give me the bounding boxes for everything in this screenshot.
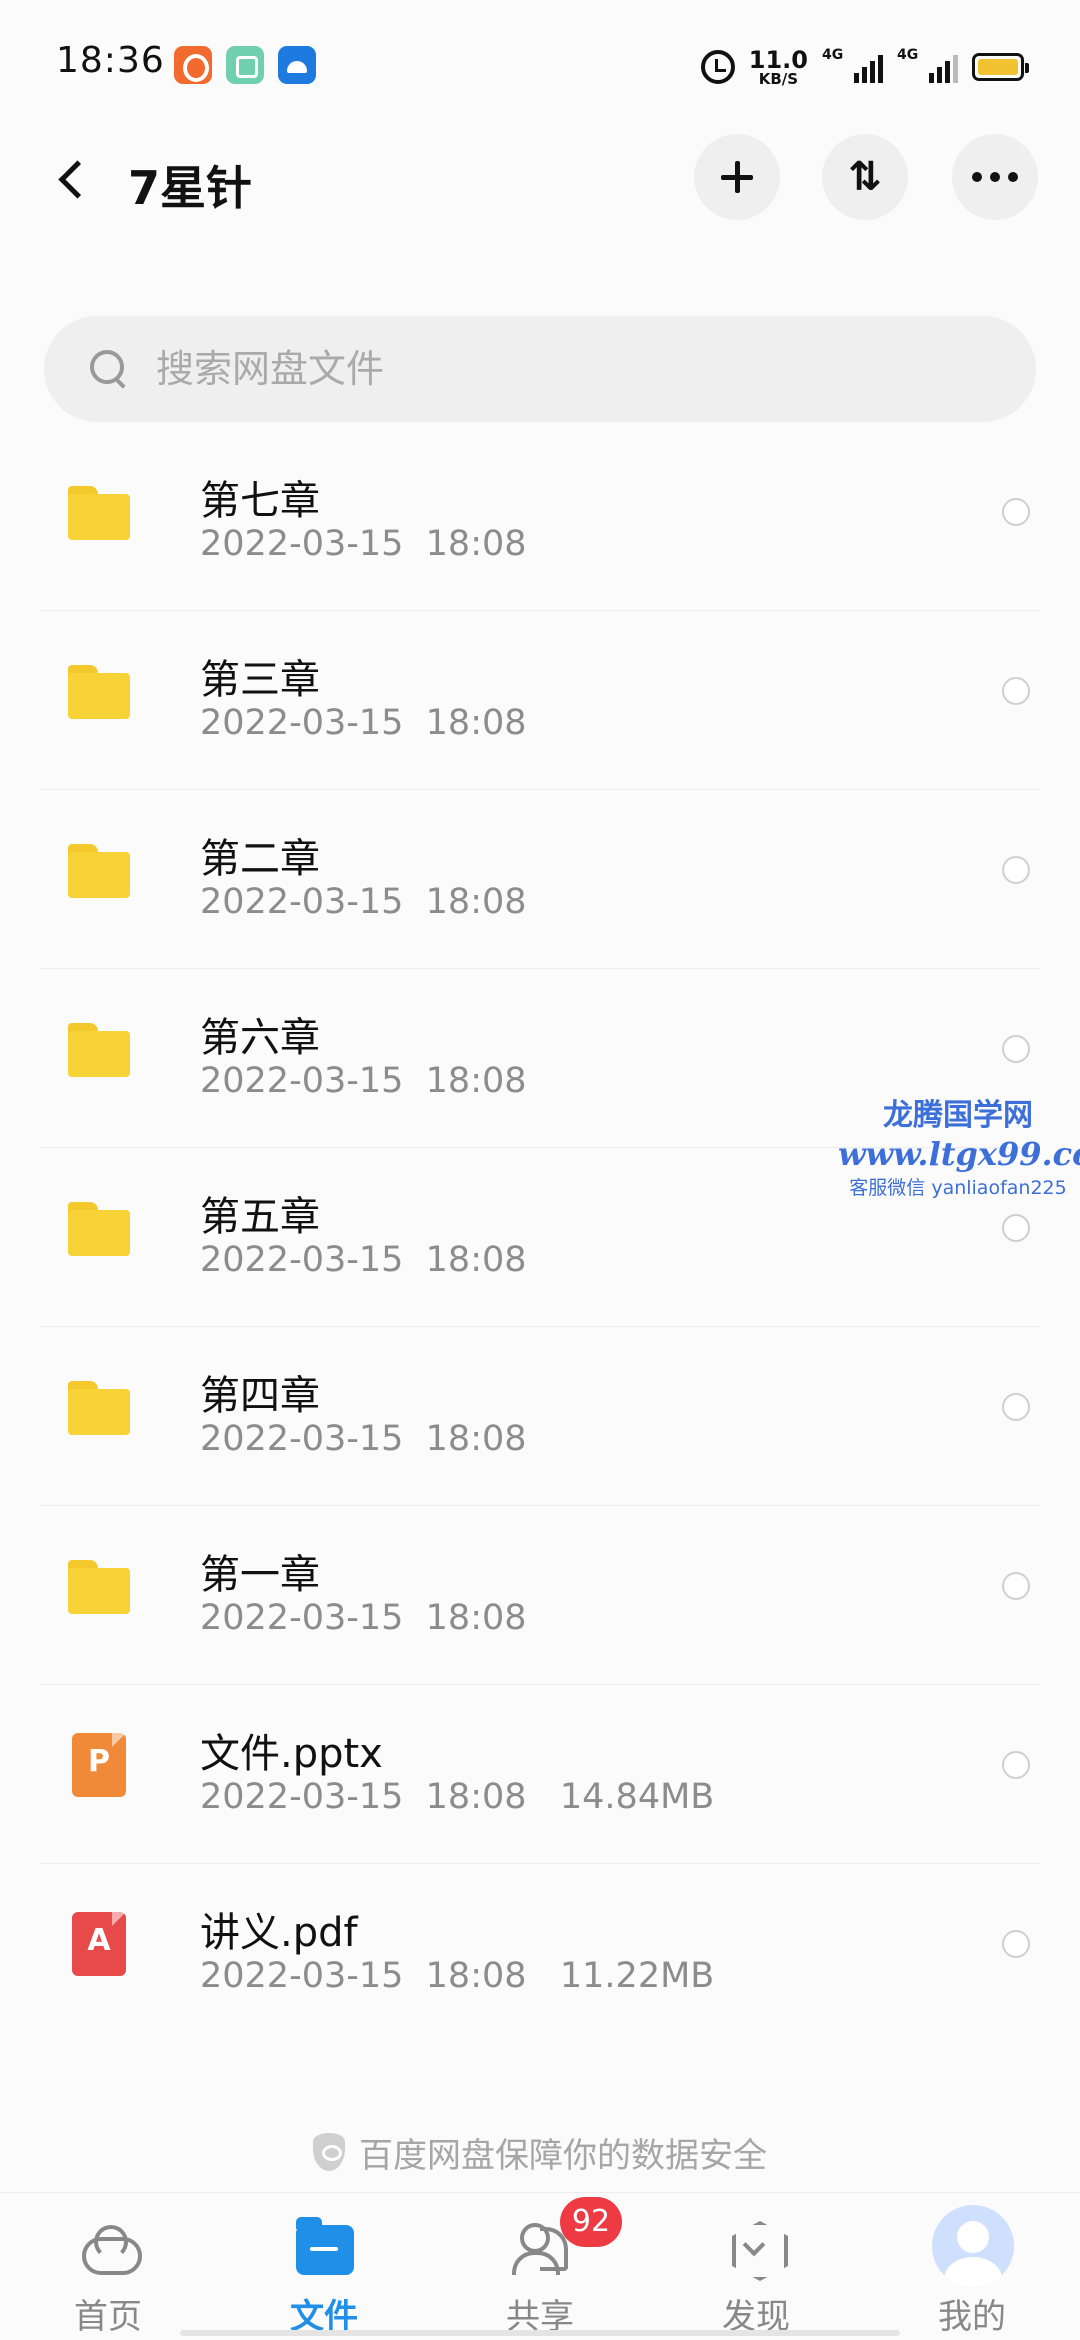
folder-icon (296, 2217, 354, 2275)
file-list: 第七章 2022-03-15 18:08 第三章 2022-03-15 18:0… (0, 432, 1080, 2043)
bottom-tab-bar: 首页 文件 92 共享 发现 我的 (0, 2192, 1080, 2340)
watermark-title: 龙腾国学网 (883, 1098, 1033, 1133)
folder-icon (68, 486, 130, 540)
select-radio[interactable] (1002, 1035, 1030, 1063)
security-text: 百度网盘保障你的数据安全 (359, 2135, 767, 2176)
file-name: 第一章 (200, 1552, 320, 1598)
select-radio[interactable] (1002, 1572, 1030, 1600)
net-speed-value: 11.0 (748, 45, 808, 74)
file-meta: 2022-03-15 18:08 (200, 1240, 527, 1280)
sort-icon: ⇅ (848, 154, 882, 200)
select-radio[interactable] (1002, 1751, 1030, 1779)
screen: 18:36 11.0 KB/S 4G 4G 7星针 ⇅ 搜索网盘文件 第七章 2… (0, 0, 1080, 2340)
status-icons: 11.0 KB/S 4G 4G (700, 42, 1029, 92)
file-name: 文件.pptx (200, 1731, 383, 1777)
avatar (932, 2205, 1014, 2287)
pdf-file-icon: A (72, 1912, 126, 1976)
select-radio[interactable] (1002, 677, 1030, 705)
folder-icon (68, 1202, 130, 1256)
file-row[interactable]: 第一章 2022-03-15 18:08 (40, 1506, 1040, 1685)
select-radio[interactable] (1002, 1930, 1030, 1958)
file-name: 第二章 (200, 836, 320, 882)
add-button[interactable] (694, 134, 780, 220)
tab-share[interactable]: 92 共享 (432, 2193, 648, 2340)
watermark: 龙腾国学网 www.ltgx99.com 客服微信 yanliaofan225 (838, 1096, 1080, 1204)
search-bar[interactable] (44, 316, 1036, 422)
more-button[interactable] (952, 134, 1038, 220)
file-row[interactable]: 第四章 2022-03-15 18:08 (40, 1327, 1040, 1506)
folder-icon (68, 844, 130, 898)
android-notification-icon (278, 46, 316, 84)
signal-label: 4G (822, 47, 844, 63)
file-meta: 2022-03-15 18:08 (200, 1598, 527, 1638)
file-name: 第三章 (200, 657, 320, 703)
file-row[interactable]: A 讲义.pdf 2022-03-15 18:08 11.22MB (40, 1864, 1040, 2043)
back-button[interactable] (44, 150, 104, 210)
select-radio[interactable] (1002, 1393, 1030, 1421)
discover-icon (728, 2219, 786, 2277)
file-row[interactable]: 第七章 2022-03-15 18:08 (40, 432, 1040, 611)
notification-badge: 92 (560, 2197, 622, 2247)
shield-icon (313, 2133, 345, 2171)
file-meta: 2022-03-15 18:08 14.84MB (200, 1777, 715, 1817)
file-meta: 2022-03-15 18:08 (200, 882, 527, 922)
cloud-icon (80, 2219, 142, 2277)
file-name: 讲义.pdf (200, 1910, 358, 1956)
file-row[interactable]: 第二章 2022-03-15 18:08 (40, 790, 1040, 969)
folder-icon (68, 1023, 130, 1077)
folder-icon (68, 1560, 130, 1614)
folder-icon (68, 665, 130, 719)
file-name: 第七章 (200, 478, 320, 524)
file-name: 第五章 (200, 1194, 320, 1240)
signal-icon: 4G (822, 47, 883, 83)
watermark-contact: 客服微信 yanliaofan225 (849, 1177, 1067, 1200)
select-radio[interactable] (1002, 1214, 1030, 1242)
file-meta: 2022-03-15 18:08 (200, 703, 527, 743)
file-meta: 2022-03-15 18:08 (200, 524, 527, 564)
plus-icon (721, 161, 753, 193)
search-icon (90, 350, 126, 386)
signal-icon: 4G (897, 47, 958, 83)
header: 7星针 ⇅ (0, 130, 1080, 250)
select-radio[interactable] (1002, 856, 1030, 884)
tab-me[interactable]: 我的 (864, 2193, 1080, 2340)
alarm-icon (700, 50, 735, 84)
net-speed-unit: KB/S (758, 69, 799, 88)
status-time: 18:36 (56, 40, 165, 81)
tab-discover[interactable]: 发现 (648, 2193, 864, 2340)
more-icon (972, 172, 1018, 182)
watermark-url: www.ltgx99.com (838, 1135, 1080, 1173)
app-notification-icon (226, 46, 264, 84)
page-title: 7星针 (128, 161, 253, 215)
file-row[interactable]: 第三章 2022-03-15 18:08 (40, 611, 1040, 790)
file-row[interactable]: P 文件.pptx 2022-03-15 18:08 14.84MB (40, 1685, 1040, 1864)
file-name: 第四章 (200, 1373, 320, 1419)
file-meta: 2022-03-15 18:08 11.22MB (200, 1956, 715, 1996)
file-meta: 2022-03-15 18:08 (200, 1419, 527, 1459)
select-radio[interactable] (1002, 498, 1030, 526)
search-input[interactable] (156, 316, 996, 422)
folder-icon (68, 1381, 130, 1435)
file-name: 第六章 (200, 1015, 320, 1061)
home-indicator (180, 2330, 900, 2336)
app-notification-icon (174, 46, 212, 84)
status-bar: 18:36 11.0 KB/S 4G 4G (0, 0, 1080, 130)
sort-button[interactable]: ⇅ (822, 134, 908, 220)
net-speed: 11.0 KB/S (749, 48, 808, 87)
tab-files[interactable]: 文件 (216, 2193, 432, 2340)
security-note: 百度网盘保障你的数据安全 (0, 2120, 1080, 2184)
battery-icon (972, 53, 1029, 81)
pptx-file-icon: P (72, 1733, 126, 1797)
file-meta: 2022-03-15 18:08 (200, 1061, 527, 1101)
signal-label: 4G (897, 47, 919, 63)
tab-home[interactable]: 首页 (0, 2193, 216, 2340)
